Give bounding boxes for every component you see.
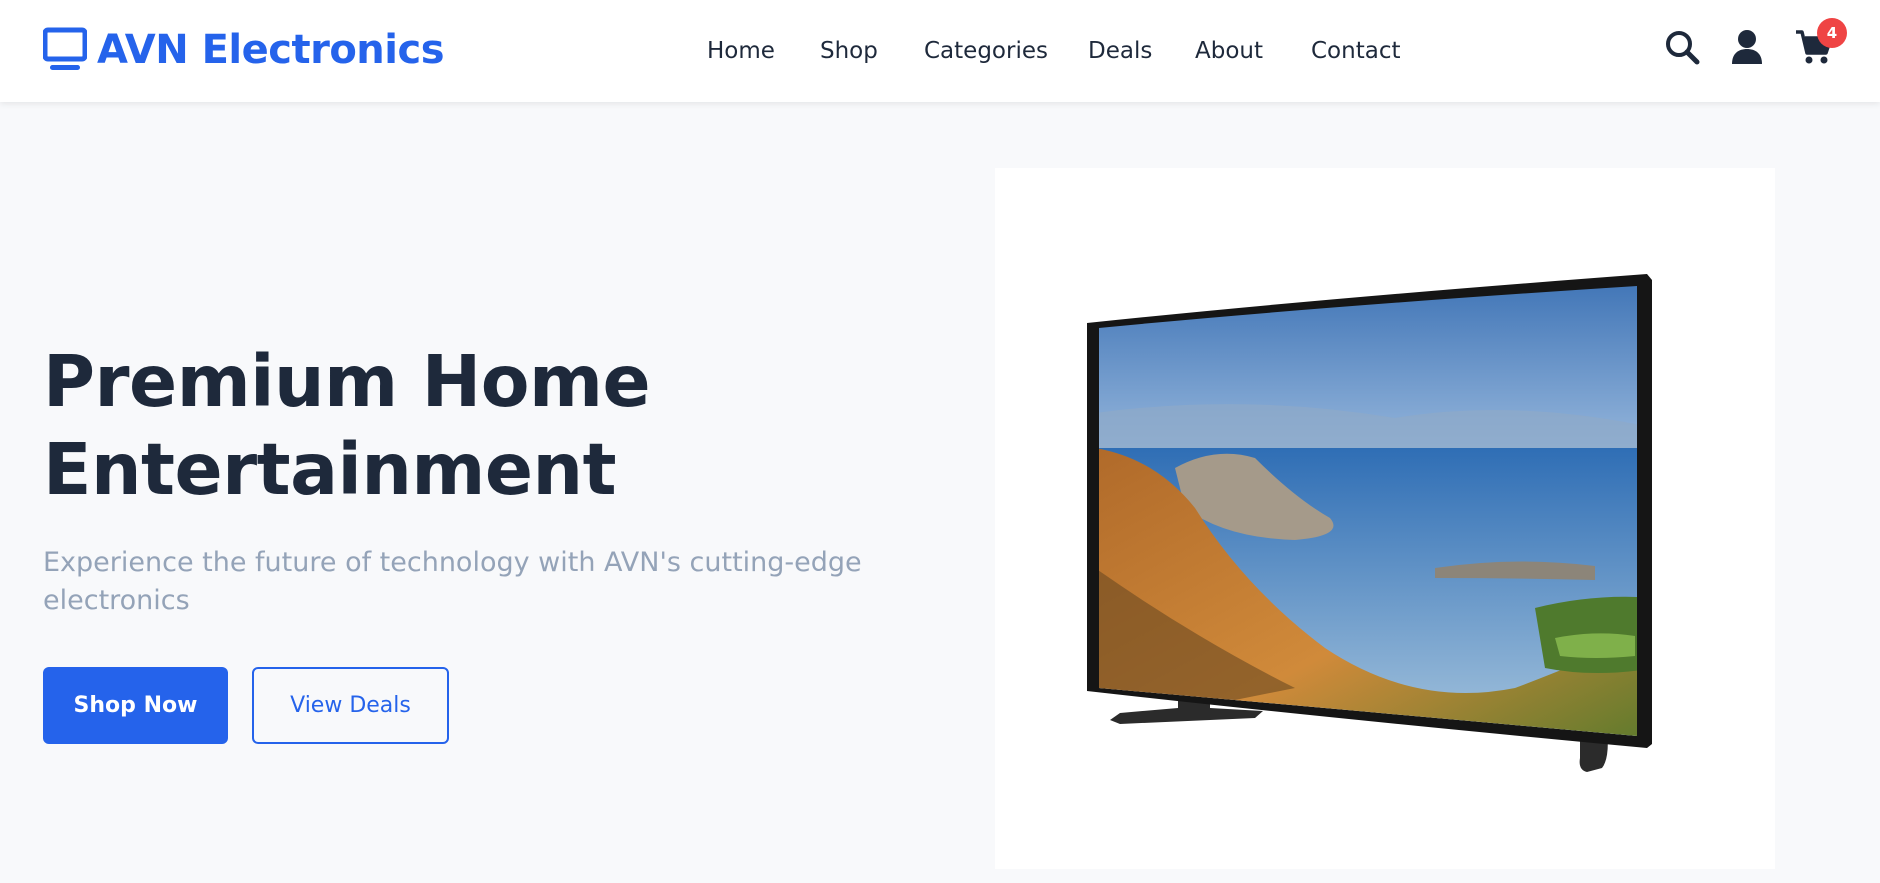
hero-title-line-2: Entertainment (43, 428, 617, 511)
search-button[interactable] (1661, 28, 1703, 70)
nav-deals[interactable]: Deals (1088, 34, 1152, 68)
nav-about[interactable]: About (1195, 34, 1263, 68)
hero-title-line-1: Premium Home (43, 340, 651, 423)
shop-now-button[interactable]: Shop Now (43, 667, 228, 744)
nav-contact[interactable]: Contact (1311, 34, 1400, 68)
curved-tv-image (1087, 274, 1652, 772)
main-nav: Home Shop Categories Deals About Contact (0, 34, 1880, 68)
hero-subtitle-line-1: Experience the future of technology with… (43, 547, 862, 578)
search-icon (1664, 29, 1700, 69)
nav-shop[interactable]: Shop (820, 34, 878, 68)
hero-image-panel (995, 168, 1775, 869)
hero-subtitle-line-2: electronics (43, 585, 190, 616)
nav-home[interactable]: Home (707, 34, 775, 68)
view-deals-button[interactable]: View Deals (252, 667, 449, 744)
hero-title: Premium Home Entertainment (43, 338, 803, 514)
site-header: AVN Electronics Home Shop Categories Dea… (0, 0, 1880, 102)
user-icon (1731, 29, 1763, 69)
account-button[interactable] (1726, 28, 1768, 70)
tv-screen (1099, 286, 1637, 736)
cart-count-badge: 4 (1817, 18, 1847, 48)
nav-categories[interactable]: Categories (924, 34, 1048, 68)
hero-subtitle: Experience the future of technology with… (43, 544, 883, 620)
